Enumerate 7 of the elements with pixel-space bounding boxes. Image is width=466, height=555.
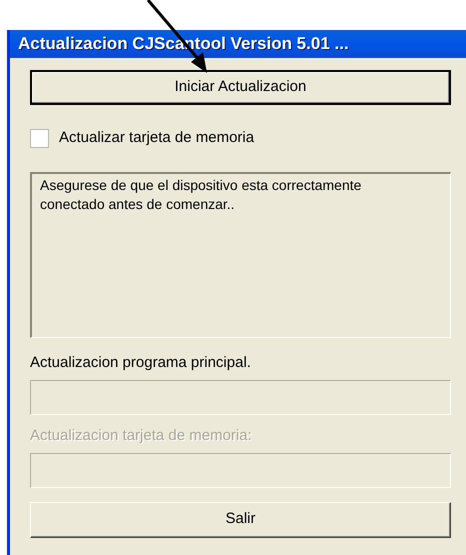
start-button[interactable]: Iniciar Actualizacion <box>30 70 451 105</box>
message-text: Asegurese de que el dispositivo esta correctamente conectado antes de comenzar.. <box>40 176 362 214</box>
checkbox-label: Actualizar tarjeta de memoria <box>59 128 254 148</box>
exit-button[interactable]: Salir <box>30 502 451 538</box>
progress-label: Actualizacion tarjeta de memoria: <box>30 426 253 446</box>
progress-label: Actualizacion programa principal. <box>30 352 252 372</box>
checkbox[interactable] <box>30 128 49 148</box>
